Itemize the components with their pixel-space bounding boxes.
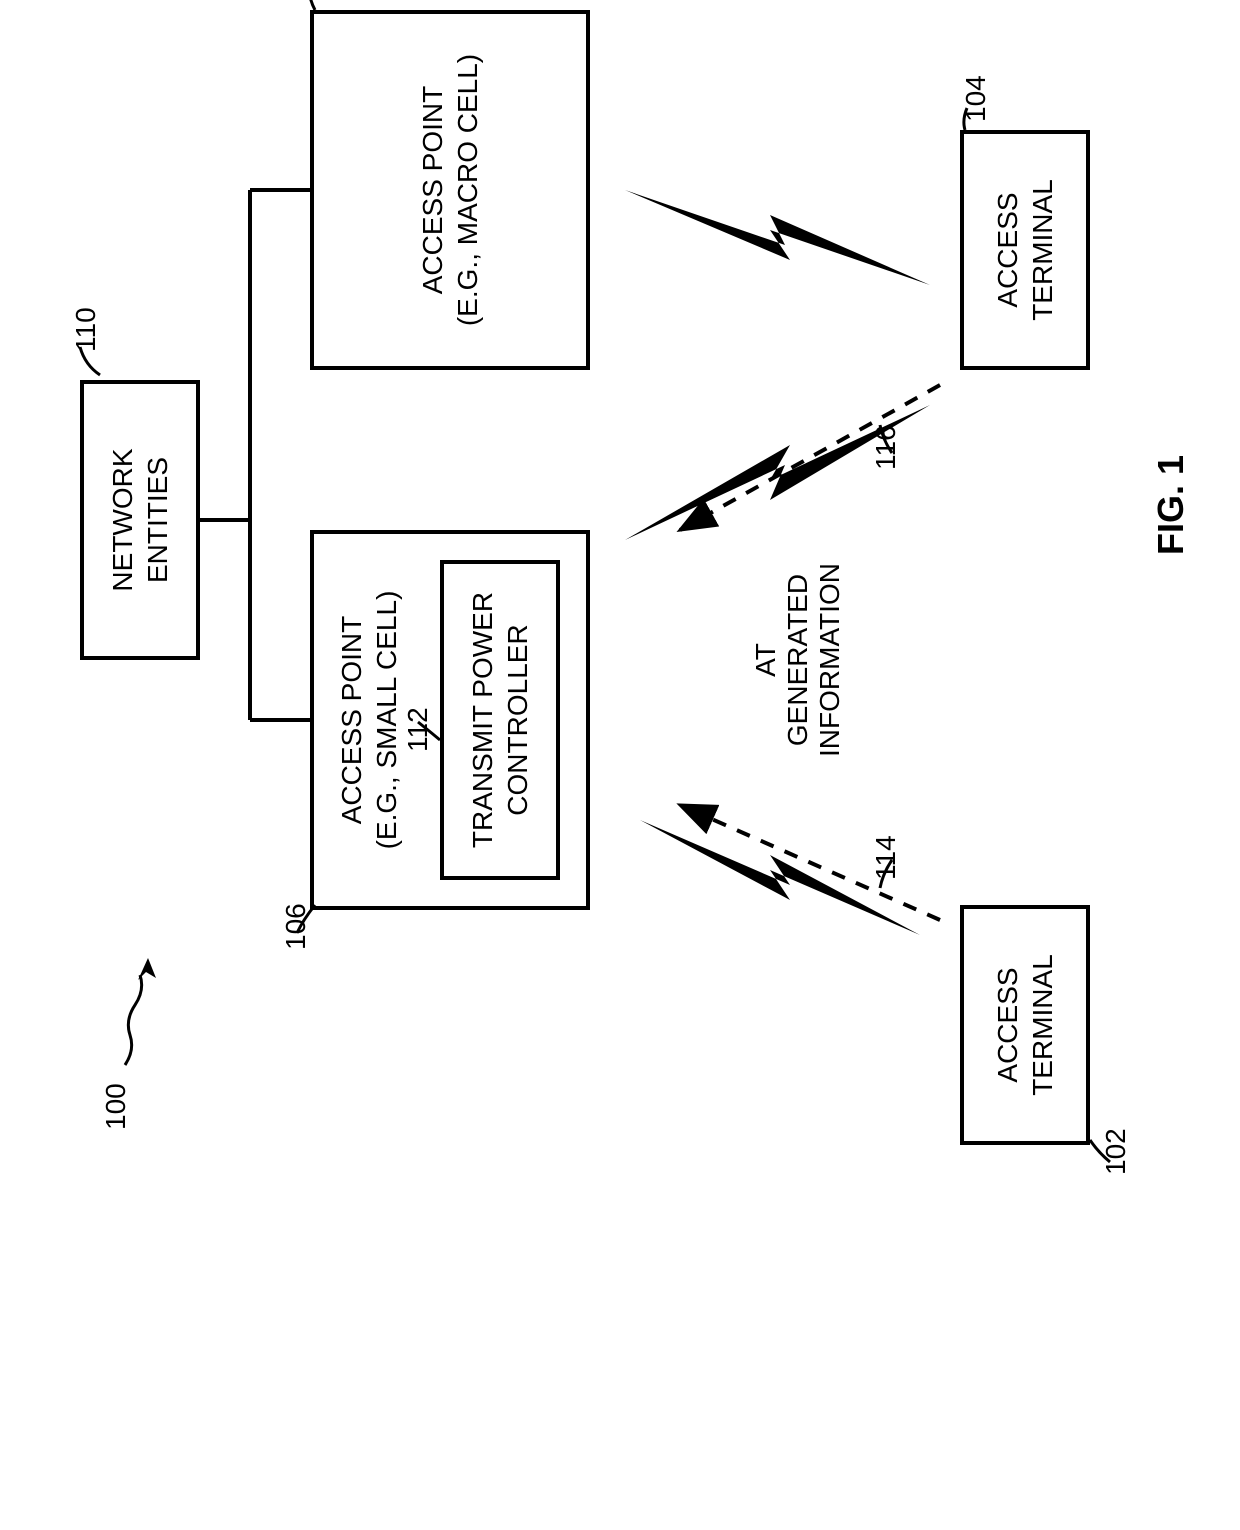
label-at-right: ACCESS TERMINAL [990,179,1060,321]
ref-104: 104 [960,75,992,122]
label-at-generated: AT GENERATED INFORMATION [750,530,846,790]
ref-116: 116 [870,425,902,470]
box-ap-macro: ACCESS POINT (E.G., MACRO CELL) [310,10,590,370]
ref-100: 100 [100,1083,132,1130]
label-ap-small: ACCESS POINT (E.G., SMALL CELL) [334,591,404,850]
label-network-entities: NETWORK ENTITIES [105,448,175,591]
ref-112: 112 [402,707,434,752]
ref-102: 102 [1100,1128,1132,1175]
box-at-right: ACCESS TERMINAL [960,130,1090,370]
figure-title: FIG. 1 [1150,430,1192,580]
label-ap-macro: ACCESS POINT (E.G., MACRO CELL) [415,54,485,326]
ref-110: 110 [70,307,102,352]
box-tx-power: TRANSMIT POWER CONTROLLER [440,560,560,880]
ref-114: 114 [870,835,902,880]
box-network-entities: NETWORK ENTITIES [80,380,200,660]
diagram-canvas: 100 NETWORK ENTITIES 110 ACCESS POINT (E… [0,0,1240,1240]
ref-106: 106 [280,903,312,950]
box-at-left: ACCESS TERMINAL [960,905,1090,1145]
label-tx-power: TRANSMIT POWER CONTROLLER [465,592,535,848]
label-at-left: ACCESS TERMINAL [990,954,1060,1096]
lightning-icon [625,190,930,285]
